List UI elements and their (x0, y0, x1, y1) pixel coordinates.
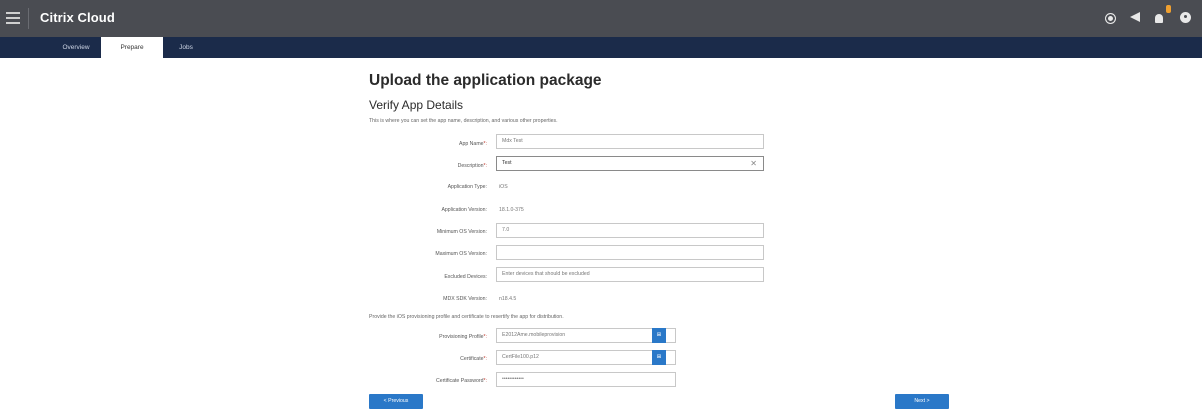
app-title: Citrix Cloud (40, 10, 115, 25)
certificate-upload-button[interactable]: ⊞ (652, 350, 666, 365)
max-os-field[interactable] (496, 245, 764, 260)
app-name-field[interactable]: Mdx Test (496, 134, 764, 149)
provisioning-profile-upload-button[interactable]: ⊞ (652, 328, 666, 343)
certificate-password-field[interactable]: •••••••••••• (496, 372, 676, 387)
app-name-label: App Name*: (459, 141, 487, 147)
section-title: Verify App Details (369, 98, 464, 112)
section-description: This is where you can set the app name, … (369, 118, 558, 124)
notification-badge (1166, 5, 1171, 13)
clear-icon[interactable]: ✕ (750, 157, 757, 170)
next-button[interactable]: Next > (895, 394, 949, 409)
mdx-sdk-value: n18.4.5 (499, 296, 517, 302)
tab-bar: Overview Prepare Jobs (0, 37, 1202, 58)
notification-icon[interactable] (1155, 5, 1171, 24)
excluded-devices-field[interactable]: Enter devices that should be excluded (496, 267, 764, 282)
top-bar: Citrix Cloud (0, 0, 1202, 37)
gear-icon[interactable] (1105, 10, 1119, 24)
tab-overview[interactable]: Overview (52, 37, 100, 58)
application-version-label: Application Version: (441, 207, 487, 213)
application-version-value: 18.1.0-375 (499, 207, 524, 213)
menu-icon[interactable] (6, 10, 20, 26)
provisioning-profile-field[interactable]: E2012Ame.mobileprovision (496, 328, 676, 343)
megaphone-icon[interactable] (1130, 10, 1144, 24)
tab-prepare[interactable]: Prepare (101, 37, 163, 58)
excluded-devices-label: Excluded Devices: (444, 274, 487, 280)
max-os-label: Maximum OS Version: (435, 251, 487, 257)
description-field[interactable]: Test ✕ (496, 156, 764, 171)
min-os-field[interactable]: 7.0 (496, 223, 764, 238)
certificate-label: Certificate*: (460, 356, 487, 362)
previous-button[interactable]: < Previous (369, 394, 423, 409)
provision-note: Provide the iOS provisioning profile and… (369, 314, 564, 320)
mdx-sdk-label: MDX SDK Version: (443, 296, 487, 302)
certificate-field[interactable]: CertFile100.p12 (496, 350, 676, 365)
help-icon[interactable] (1180, 10, 1194, 24)
min-os-label: Minimum OS Version: (436, 229, 487, 235)
top-icons (1105, 5, 1194, 24)
page-title: Upload the application package (369, 72, 602, 89)
provisioning-profile-label: Provisioning Profile*: (439, 334, 487, 340)
certificate-password-label: Certificate Password*: (435, 378, 487, 384)
description-label: Description*: (457, 163, 487, 169)
tab-jobs[interactable]: Jobs (170, 37, 202, 58)
application-type-value: iOS (499, 184, 508, 190)
application-type-label: Application Type: (447, 184, 487, 190)
divider (28, 8, 29, 29)
